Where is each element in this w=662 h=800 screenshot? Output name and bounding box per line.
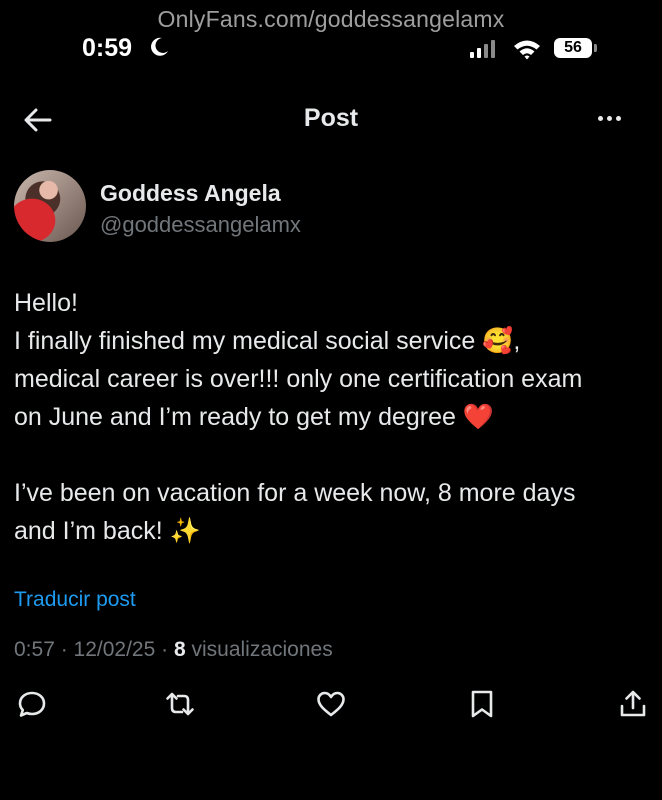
- status-time: 0:59: [82, 34, 133, 62]
- action-bar: [0, 688, 662, 724]
- page-title: Post: [303, 104, 359, 132]
- post-text-line: and I’m back! ✨: [14, 517, 201, 545]
- post-timestamp: 0:57 · 12/02/25 ·: [14, 638, 174, 661]
- watermark: OnlyFans.com/goddessangelamx: [157, 6, 505, 32]
- post-header: Post: [0, 90, 662, 150]
- author-name[interactable]: Goddess Angela: [100, 180, 281, 207]
- moon-icon: [151, 37, 168, 56]
- post-text-line: on June and I’m ready to get my degree ❤…: [14, 403, 495, 431]
- repost-icon[interactable]: [164, 688, 196, 720]
- post-text-line: I finally finished my medical social ser…: [14, 327, 521, 355]
- views-label[interactable]: visualizaciones: [186, 638, 332, 661]
- battery-indicator: 56: [554, 38, 592, 58]
- post-text-line: Hello!: [14, 289, 78, 317]
- post-text: Hello! I finally finished my medical soc…: [14, 284, 654, 550]
- battery-tip: [594, 44, 597, 52]
- reply-icon[interactable]: [16, 688, 48, 720]
- wifi-icon: [514, 40, 540, 60]
- post-text-line: I’ve been on vacation for a week now, 8 …: [14, 479, 576, 507]
- translate-link[interactable]: Traducir post: [14, 588, 136, 612]
- signal-icon: [470, 40, 495, 58]
- views-count: 8: [173, 638, 186, 661]
- more-horizontal-icon[interactable]: [598, 116, 621, 121]
- like-icon[interactable]: [315, 688, 347, 720]
- post-meta: 0:57 · 12/02/25 · 8 visualizaciones: [14, 638, 333, 662]
- post-text-line: medical career is over!!! only one certi…: [14, 365, 583, 393]
- author-handle[interactable]: @goddessangelamx: [100, 212, 301, 238]
- avatar[interactable]: [14, 170, 86, 242]
- status-bar: 0:59 56: [0, 30, 662, 70]
- share-icon[interactable]: [617, 688, 649, 720]
- bookmark-icon[interactable]: [466, 688, 498, 720]
